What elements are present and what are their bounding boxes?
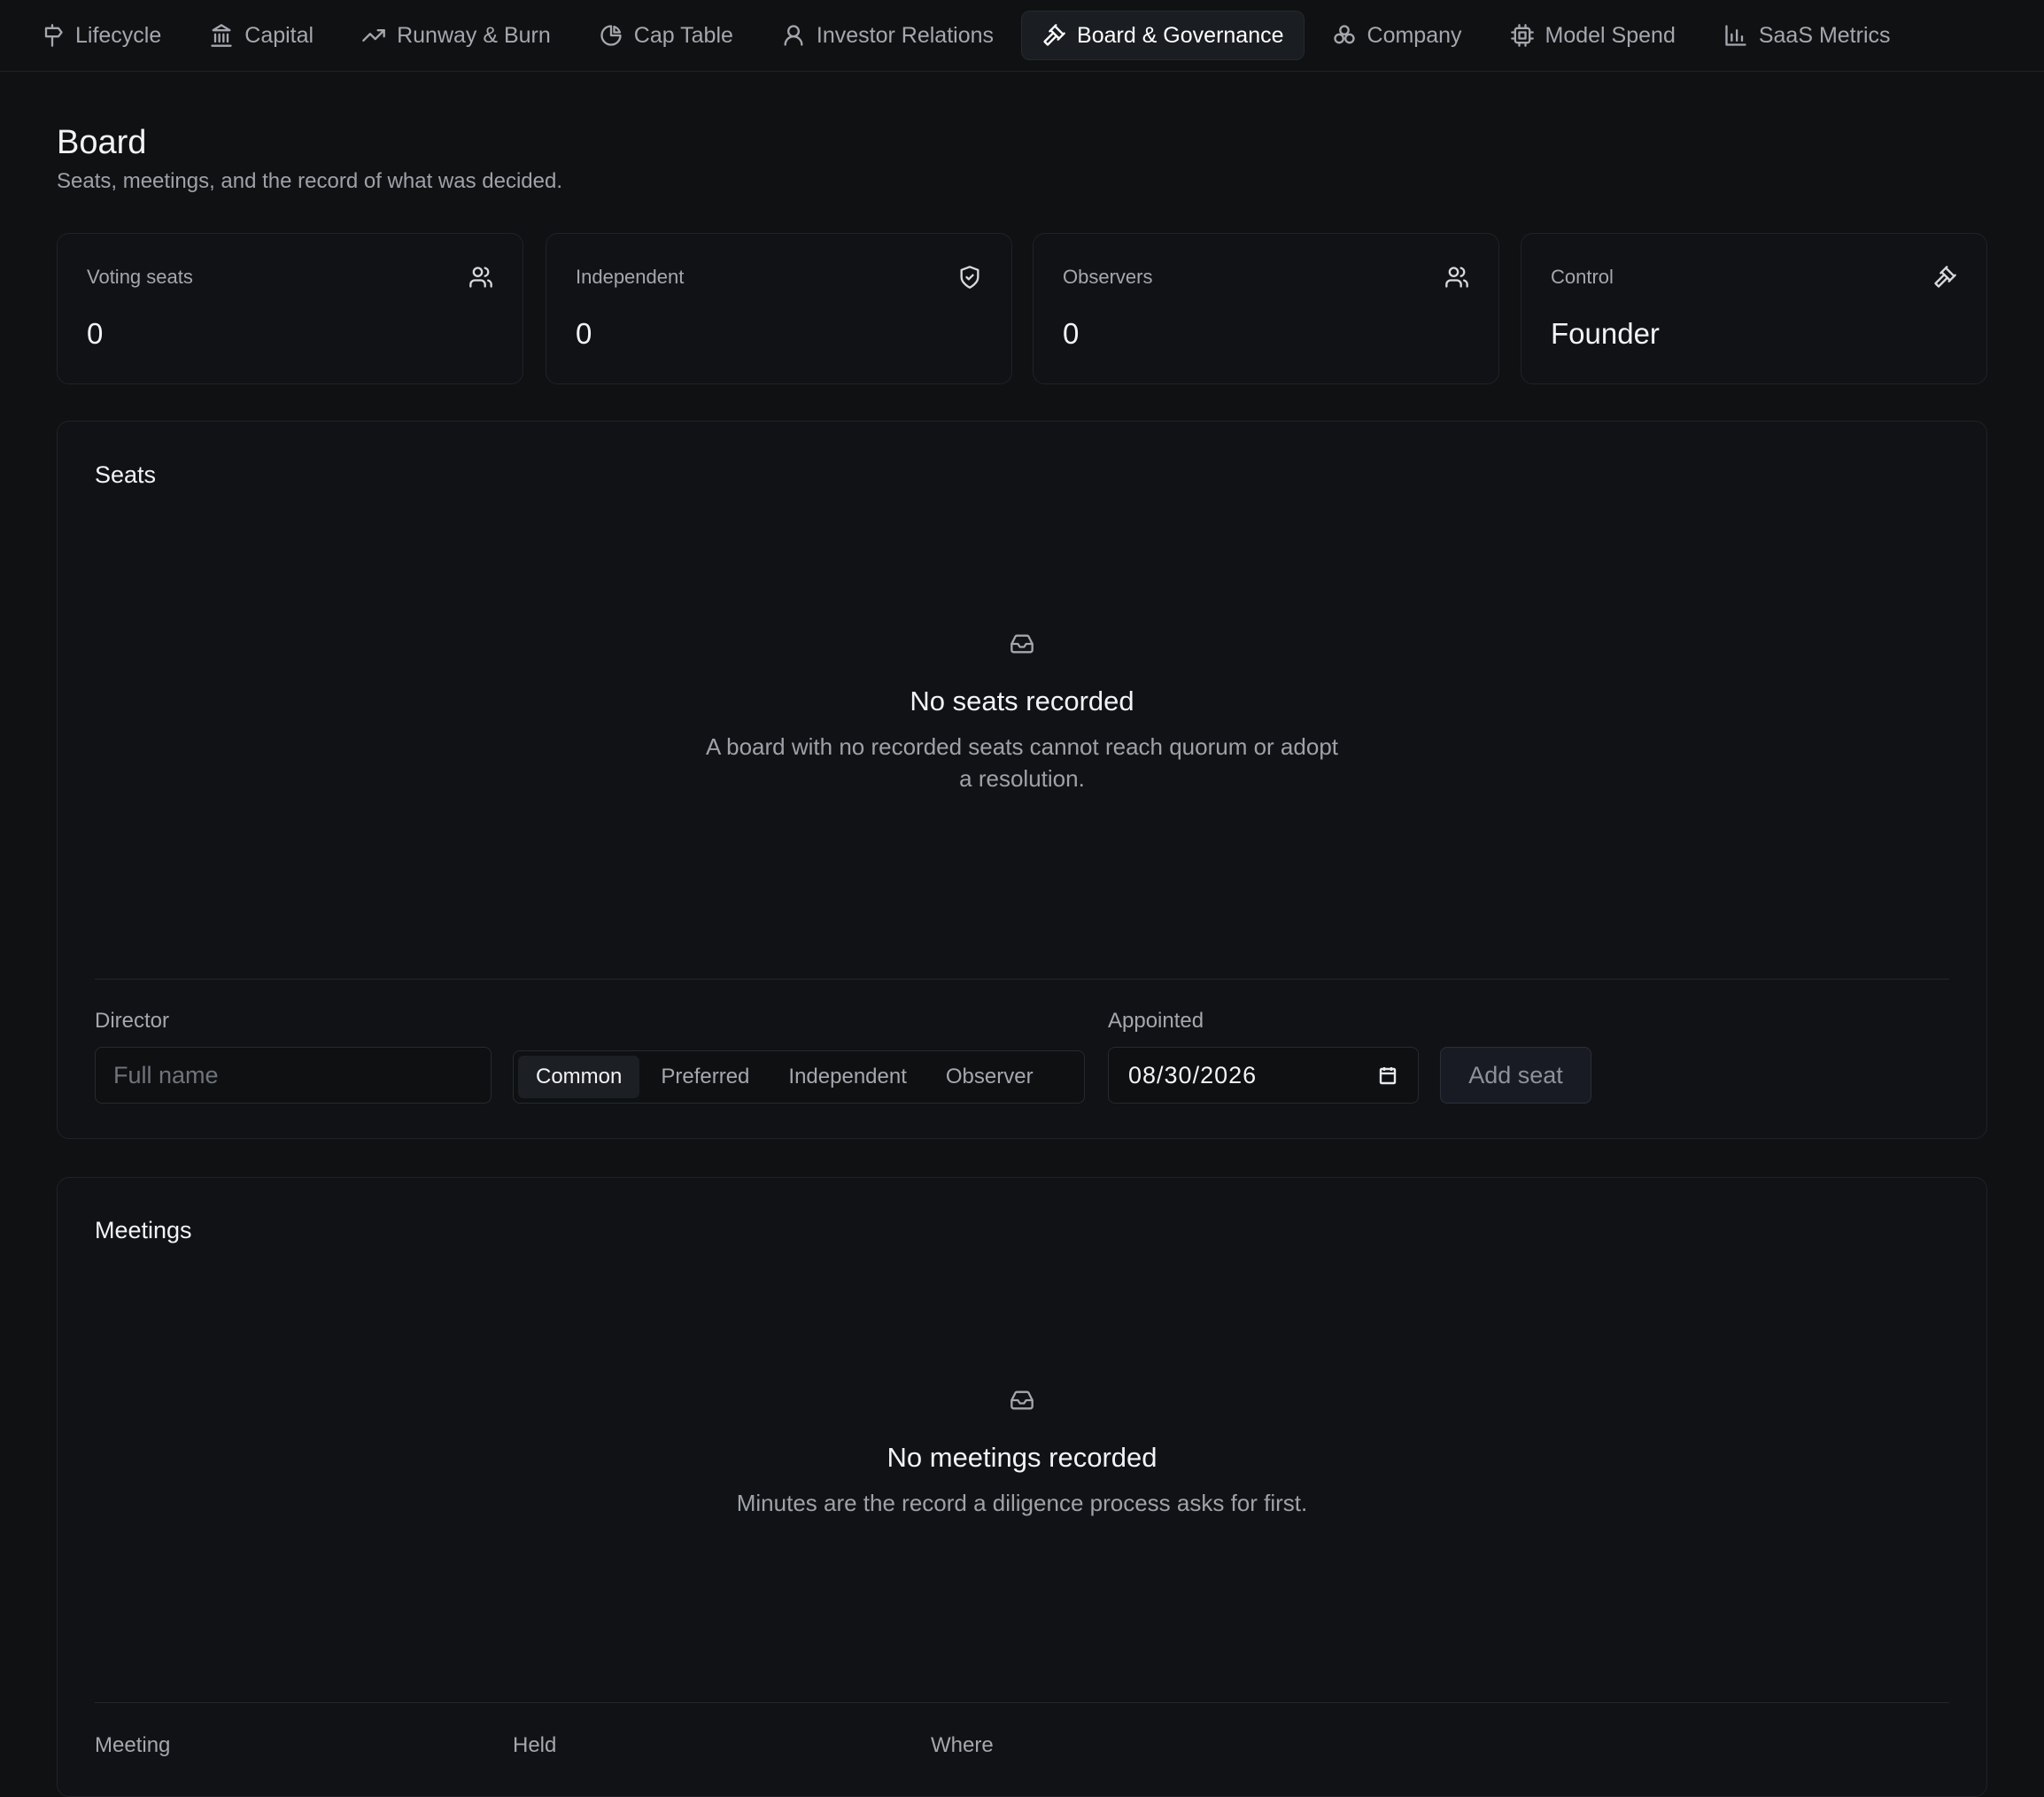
stat-card-observers: Observers 0 — [1033, 233, 1499, 384]
appointed-date-value: 08/30/2026 — [1128, 1061, 1258, 1088]
users-icon — [1444, 265, 1469, 290]
tab-label: SaaS Metrics — [1758, 22, 1891, 48]
divider — [95, 1702, 1949, 1703]
tab-cap-table[interactable]: Cap Table — [578, 11, 754, 60]
tab-company[interactable]: Company — [1312, 11, 1483, 60]
pie-chart-icon — [599, 23, 623, 48]
tab-label: Company — [1367, 22, 1462, 48]
stat-value: 0 — [576, 317, 592, 350]
seat-type-selector: Common Preferred Independent Observer — [513, 1050, 1085, 1104]
users-icon — [468, 265, 493, 290]
meetings-panel: Meetings No meetings recorded Minutes ar… — [57, 1177, 1987, 1797]
column-header-meeting[interactable]: Meeting — [95, 1733, 170, 1758]
stat-label: Control — [1551, 266, 1614, 288]
seats-title: Seats — [95, 461, 157, 488]
tab-label: Model Spend — [1545, 22, 1676, 48]
column-header-held[interactable]: Held — [513, 1733, 556, 1758]
appointed-label: Appointed — [1108, 1009, 1204, 1033]
tab-board-governance[interactable]: Board & Governance — [1021, 11, 1305, 60]
shield-check-icon — [957, 265, 982, 290]
page-title: Board — [57, 124, 147, 161]
tab-label: Capital — [244, 22, 314, 48]
stat-label: Voting seats — [87, 266, 193, 288]
seat-type-common[interactable]: Common — [518, 1056, 640, 1098]
chip-icon — [1510, 23, 1535, 48]
top-navigation: Lifecycle Capital Runway & Burn Cap Tabl… — [0, 0, 2044, 72]
tab-label: Investor Relations — [816, 22, 995, 48]
seats-empty-text: A board with no recorded seats cannot re… — [668, 731, 1376, 794]
stat-label: Independent — [576, 266, 685, 288]
tab-label: Board & Governance — [1077, 22, 1284, 48]
seats-empty-title: No seats recorded — [910, 685, 1134, 716]
add-seat-button[interactable]: Add seat — [1440, 1047, 1591, 1104]
tab-investor-relations[interactable]: Investor Relations — [761, 11, 1014, 60]
director-label: Director — [95, 1009, 170, 1033]
stat-value: 0 — [87, 317, 104, 350]
tab-label: Runway & Burn — [397, 22, 551, 48]
trending-up-icon — [361, 23, 386, 48]
stat-card-control: Control Founder — [1521, 233, 1987, 384]
tab-runway-burn[interactable]: Runway & Burn — [341, 11, 571, 60]
stat-card-voting-seats: Voting seats 0 — [57, 233, 523, 384]
tab-lifecycle[interactable]: Lifecycle — [19, 11, 182, 60]
meetings-title: Meetings — [95, 1217, 192, 1243]
meetings-empty-title: No meetings recorded — [887, 1442, 1157, 1473]
divider — [95, 979, 1949, 980]
seat-type-preferred[interactable]: Preferred — [643, 1056, 767, 1098]
stat-card-independent: Independent 0 — [546, 233, 1012, 384]
seats-empty-text-line: a resolution. — [959, 765, 1085, 792]
gavel-icon — [1932, 265, 1957, 290]
inbox-icon — [1010, 1388, 1034, 1413]
column-header-where[interactable]: Where — [931, 1733, 994, 1758]
meetings-empty-text: Minutes are the record a diligence proce… — [736, 1490, 1308, 1516]
tab-capital[interactable]: Capital — [189, 11, 334, 60]
page-subtitle: Seats, meetings, and the record of what … — [57, 169, 562, 193]
seat-type-independent[interactable]: Independent — [770, 1056, 924, 1098]
tab-label: Cap Table — [633, 22, 733, 48]
signpost-icon — [40, 23, 65, 48]
tab-saas-metrics[interactable]: SaaS Metrics — [1703, 11, 1911, 60]
inbox-icon — [1010, 631, 1034, 656]
tab-label: Lifecycle — [75, 22, 162, 48]
seat-type-observer[interactable]: Observer — [928, 1056, 1051, 1098]
seats-empty-text-line: A board with no recorded seats cannot re… — [706, 733, 1338, 760]
seats-panel: Seats No seats recorded A board with no … — [57, 421, 1987, 1139]
calendar-icon[interactable] — [1377, 1065, 1398, 1086]
gavel-icon — [1041, 23, 1066, 48]
stat-value: 0 — [1063, 317, 1080, 350]
bar-chart-icon — [1723, 23, 1748, 48]
stat-label: Observers — [1063, 266, 1153, 288]
tab-model-spend[interactable]: Model Spend — [1490, 11, 1696, 60]
bank-icon — [209, 23, 234, 48]
appointed-date-input[interactable]: 08/30/2026 — [1108, 1047, 1419, 1104]
user-icon — [781, 23, 806, 48]
cluster-icon — [1332, 23, 1357, 48]
director-name-input[interactable] — [95, 1047, 492, 1104]
stat-value: Founder — [1551, 317, 1660, 350]
